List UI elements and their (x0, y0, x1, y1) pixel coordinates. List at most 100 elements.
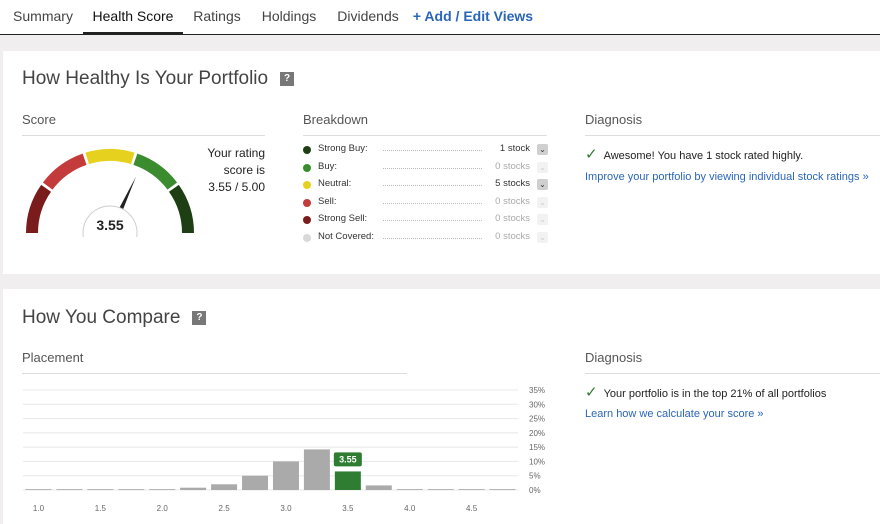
histogram-bar (396, 489, 423, 490)
health-card: How Healthy Is Your Portfolio? Score 3.5… (3, 51, 880, 274)
chevron-down-icon: ⌄ (537, 231, 548, 243)
diagnosis-message: ✓ Awesome! You have 1 stock rated highly. (585, 145, 803, 163)
histogram-bar (211, 484, 238, 490)
y-tick-label: 0% (529, 486, 541, 495)
x-tick-label: 4.5 (466, 504, 478, 513)
breakdown-label: Buy: (318, 160, 338, 172)
breakdown-count: 0 stocks (495, 195, 530, 207)
rating-color-dot (303, 216, 311, 224)
breakdown-label: Sell: (318, 195, 337, 207)
help-icon[interactable]: ? (280, 71, 295, 86)
breakdown-count: 5 stocks (495, 178, 530, 189)
y-tick-label: 20% (529, 429, 545, 438)
histogram-bar (149, 489, 176, 490)
health-title-text: How Healthy Is Your Portfolio (22, 68, 269, 89)
breakdown-label: Strong Sell: (318, 213, 368, 224)
highlight-label: 3.55 (339, 454, 357, 464)
dotted-leader (383, 202, 482, 204)
histogram-bar (458, 489, 485, 490)
rating-color-dot (303, 233, 311, 242)
gauge-segment (85, 149, 135, 165)
rating-color-dot (303, 181, 311, 189)
x-tick-label: 2.5 (219, 504, 231, 513)
breakdown-count: 0 stocks (495, 213, 530, 224)
gauge-segment (26, 184, 52, 234)
histogram-bar (272, 461, 299, 490)
dotted-leader (383, 150, 482, 151)
histogram-bar (489, 489, 516, 490)
help-icon[interactable]: ? (192, 310, 207, 325)
y-tick-label: 10% (529, 457, 545, 466)
histogram-bar (180, 487, 207, 490)
dotted-leader (383, 185, 482, 186)
breakdown-header: Breakdown (303, 112, 547, 136)
score-header: Score (22, 112, 265, 136)
chevron-down-icon: ⌄ (537, 196, 548, 208)
compare-diagnosis-message: ✓ Your portfolio is in the top 21% of all… (585, 383, 826, 401)
histogram-bar (303, 449, 330, 490)
tab-summary[interactable]: Summary (3, 0, 83, 35)
breakdown-row: Sell: 0 stocks ⌄ (303, 195, 548, 212)
histogram-bar (242, 475, 269, 490)
rating-line-2: score is (223, 163, 265, 177)
y-tick-label: 35% (529, 386, 545, 395)
learn-score-link[interactable]: Learn how we calculate your score » (585, 408, 764, 420)
x-tick-label: 2.0 (157, 504, 169, 513)
view-tabs: Summary Health Score Ratings Holdings Di… (0, 0, 880, 35)
breakdown-row: Not Covered: 0 stocks ⌄ (303, 230, 548, 247)
improve-portfolio-link[interactable]: Improve your portfolio by viewing indivi… (585, 171, 869, 183)
health-title: How Healthy Is Your Portfolio? (22, 68, 295, 90)
x-tick-label: 1.5 (95, 504, 107, 513)
compare-title: How You Compare? (22, 307, 207, 329)
y-tick-label: 5% (529, 472, 541, 481)
placement-chart: 35% 30% 25% 20% 15% 10% 5% 0% 3.55 1.0 1.5 2.0 2.5 3.… (23, 386, 545, 513)
add-edit-views-link[interactable]: + Add / Edit Views (412, 0, 534, 35)
breakdown-label: Not Covered: (318, 230, 374, 242)
x-tick-label: 3.5 (342, 504, 354, 513)
gauge-segment (133, 153, 178, 190)
chevron-down-icon[interactable]: ⌄ (537, 144, 548, 155)
chevron-down-icon[interactable]: ⌄ (537, 179, 548, 190)
histogram-bar (87, 489, 114, 490)
x-tick-label: 4.0 (404, 504, 416, 513)
diagnosis-header: Diagnosis (585, 112, 880, 136)
y-tick-label: 15% (529, 443, 545, 452)
breakdown-row: Buy: 0 stocks ⌄ (303, 160, 548, 177)
rating-summary: Your rating score is 3.55 / 5.00 (173, 145, 265, 196)
chevron-down-icon: ⌄ (537, 214, 548, 225)
x-tick-label: 3.0 (280, 504, 292, 513)
breakdown-count: 0 stocks (495, 230, 530, 242)
checkmark-icon: ✓ (585, 146, 598, 163)
compare-diagnosis-text: Your portfolio is in the top 21% of all … (603, 388, 827, 400)
rating-color-dot (303, 163, 311, 172)
diagnosis-text: Awesome! You have 1 stock rated highly. (603, 150, 804, 162)
checkmark-icon: ✓ (585, 384, 598, 401)
placement-header: Placement (22, 350, 407, 374)
y-tick-label: 25% (529, 415, 545, 424)
compare-card: How You Compare? Placement 35% 30% 25% 20% 1… (3, 289, 880, 524)
compare-title-text: How You Compare (22, 307, 181, 328)
breakdown-label: Neutral: (318, 178, 352, 189)
breakdown-row: Neutral: 5 stocks ⌄ (303, 177, 548, 194)
tab-ratings[interactable]: Ratings (183, 0, 251, 35)
compare-diagnosis-header: Diagnosis (585, 350, 880, 374)
tab-health-score[interactable]: Health Score (83, 0, 183, 35)
breakdown-count: 0 stocks (495, 160, 530, 172)
dotted-leader (383, 167, 482, 169)
tab-dividends[interactable]: Dividends (327, 0, 409, 35)
histogram-bar (56, 489, 83, 490)
chevron-down-icon: ⌄ (537, 161, 548, 173)
y-tick-label: 30% (529, 400, 545, 409)
dotted-leader (383, 220, 482, 221)
gauge-score-value: 3.55 (96, 217, 124, 233)
histogram-bar (365, 485, 392, 490)
breakdown-label: Strong Buy: (318, 143, 368, 154)
histogram-bar (118, 489, 145, 490)
rating-line-1: Your rating (207, 146, 265, 160)
histogram-bar (25, 489, 52, 490)
highlight-bar (334, 471, 361, 490)
breakdown-count: 1 stock (499, 143, 530, 154)
histogram-bar (427, 489, 454, 490)
dotted-leader (383, 237, 482, 239)
tab-holdings[interactable]: Holdings (251, 0, 327, 35)
